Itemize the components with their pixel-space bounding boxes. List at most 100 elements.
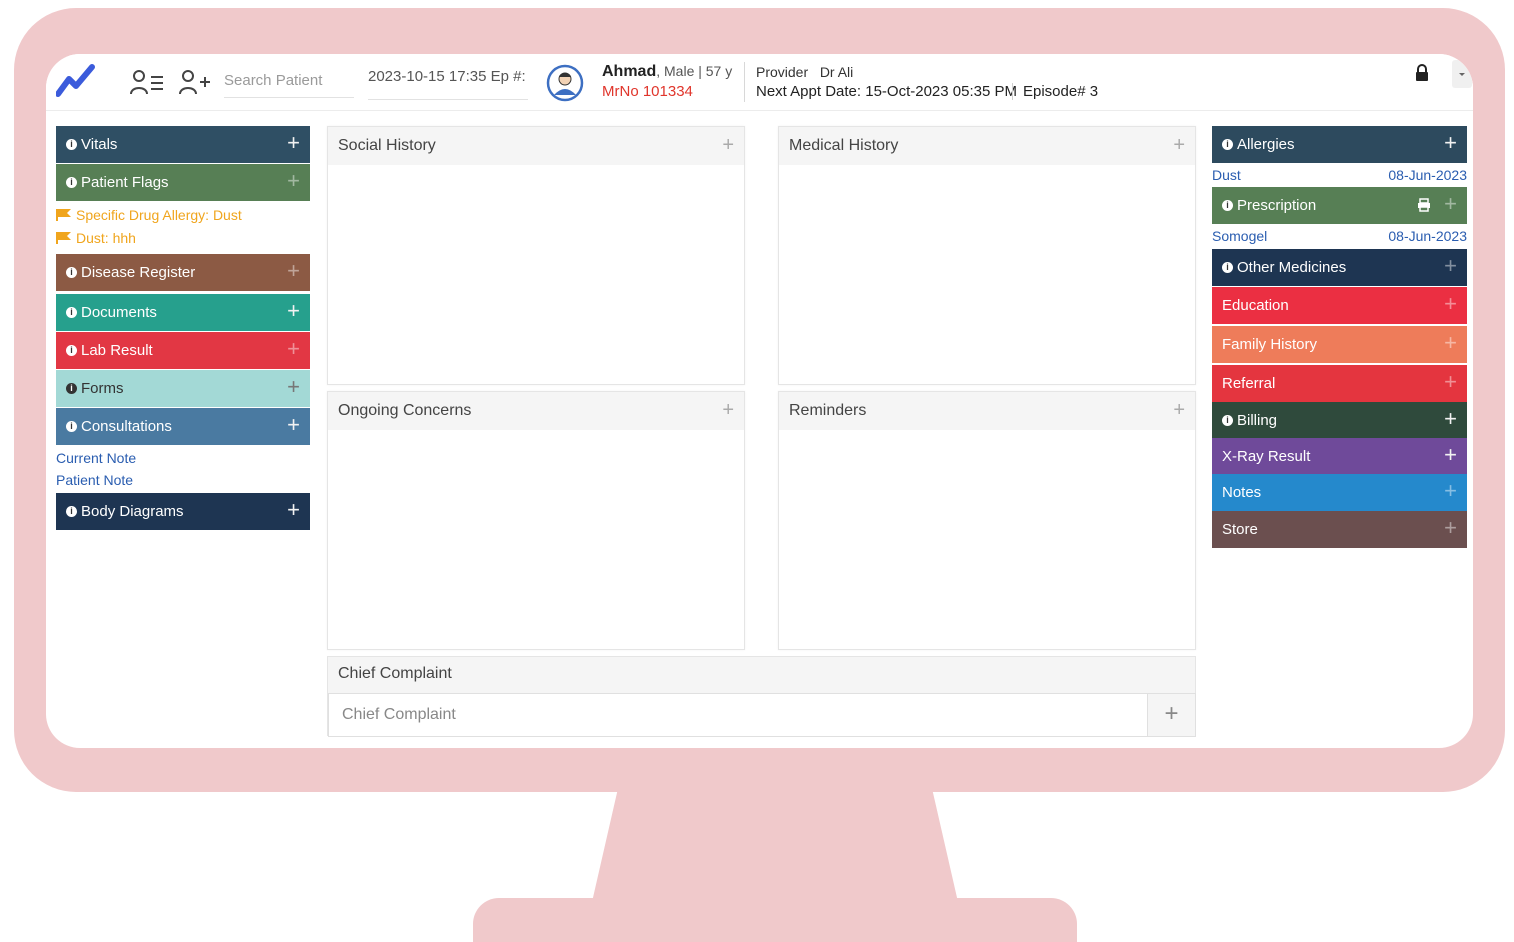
allergies-panel[interactable]: i Allergies +	[1212, 126, 1467, 163]
caret-down-button[interactable]	[1452, 60, 1472, 88]
patient-mrno: MrNo 101334	[602, 83, 693, 100]
caret-down-icon	[1459, 73, 1465, 76]
next-appt-value: 15-Oct-2023 05:35 PM	[865, 83, 1017, 100]
add-store-icon[interactable]: +	[1444, 517, 1457, 539]
add-lab-result-icon[interactable]: +	[287, 338, 300, 360]
info-icon: i	[66, 345, 77, 356]
add-disease-icon[interactable]: +	[287, 260, 300, 282]
family-history-panel[interactable]: Family History +	[1212, 326, 1467, 363]
flag-icon	[56, 232, 71, 244]
patient-flags-panel[interactable]: i Patient Flags +	[56, 164, 310, 201]
medical-history-card: Medical History +	[778, 126, 1196, 385]
chief-complaint-section: Chief Complaint +	[327, 656, 1196, 737]
add-allergy-icon[interactable]: +	[1444, 132, 1457, 154]
allergy-row[interactable]: Dust 08-Jun-2023	[1212, 163, 1467, 187]
forms-label: Forms	[81, 380, 124, 397]
provider-line: Provider Dr Ali	[756, 64, 853, 80]
flag-text: Dust: hhh	[76, 230, 136, 246]
divider	[744, 62, 745, 102]
add-social-history-icon[interactable]: +	[722, 134, 734, 157]
body-diagrams-panel[interactable]: i Body Diagrams +	[56, 493, 310, 530]
documents-panel[interactable]: i Documents +	[56, 294, 310, 331]
prescription-panel[interactable]: i Prescription +	[1212, 187, 1467, 224]
prescription-label: Prescription	[1237, 197, 1317, 214]
lock-icon[interactable]	[1414, 64, 1430, 82]
add-prescription-icon[interactable]: +	[1444, 193, 1457, 215]
add-body-diagram-icon[interactable]: +	[287, 499, 300, 521]
ongoing-concerns-card: Ongoing Concerns +	[327, 391, 745, 650]
info-icon: i	[66, 506, 77, 517]
add-note-icon[interactable]: +	[1444, 480, 1457, 502]
info-icon: i	[66, 139, 77, 150]
add-reminder-icon[interactable]: +	[1173, 399, 1185, 422]
forms-panel[interactable]: i Forms +	[56, 370, 310, 407]
add-other-medicine-icon[interactable]: +	[1444, 255, 1457, 277]
billing-panel[interactable]: i Billing +	[1212, 402, 1467, 439]
social-history-header: Social History +	[328, 127, 744, 165]
referral-panel[interactable]: Referral +	[1212, 365, 1467, 402]
body-diagrams-label: Body Diagrams	[81, 503, 184, 520]
patient-name[interactable]: Ahmad	[602, 63, 656, 80]
education-panel[interactable]: Education +	[1212, 287, 1467, 324]
patient-name-line: Ahmad, Male | 57 y	[602, 63, 732, 81]
info-icon: i	[1222, 262, 1233, 273]
allergy-name: Dust	[1212, 167, 1241, 183]
print-icon[interactable]	[1417, 198, 1431, 212]
referral-label: Referral	[1222, 375, 1276, 392]
info-icon: i	[1222, 139, 1233, 150]
consultations-label: Consultations	[81, 418, 172, 435]
add-billing-icon[interactable]: +	[1444, 408, 1457, 430]
allergy-date: 08-Jun-2023	[1388, 167, 1467, 183]
add-patient-flag-icon[interactable]: +	[287, 170, 300, 192]
add-family-history-icon[interactable]: +	[1444, 332, 1457, 354]
lab-result-panel[interactable]: i Lab Result +	[56, 332, 310, 369]
info-icon: i	[66, 177, 77, 188]
search-patient-input[interactable]	[224, 64, 354, 98]
episode-datetime: 2023-10-15 17:35 Ep #:	[368, 66, 528, 100]
patient-flags-label: Patient Flags	[81, 174, 169, 191]
flag-text: Specific Drug Allergy: Dust	[76, 207, 242, 223]
add-education-icon[interactable]: +	[1444, 293, 1457, 315]
flag-item[interactable]: Dust: hhh	[56, 230, 136, 246]
add-patient-icon[interactable]	[178, 68, 212, 96]
add-medical-history-icon[interactable]: +	[1173, 134, 1185, 157]
monitor-base	[473, 898, 1077, 942]
vitals-panel[interactable]: i Vitals +	[56, 126, 310, 163]
other-medicines-panel[interactable]: i Other Medicines +	[1212, 249, 1467, 286]
notes-panel[interactable]: Notes +	[1212, 474, 1467, 511]
flag-item[interactable]: Specific Drug Allergy: Dust	[56, 207, 242, 223]
medical-history-title: Medical History	[789, 137, 899, 154]
info-icon: i	[1222, 200, 1233, 211]
consultations-panel[interactable]: i Consultations +	[56, 408, 310, 445]
disease-register-panel[interactable]: i Disease Register +	[56, 254, 310, 291]
next-appt-label: Next Appt Date:	[756, 83, 862, 100]
store-label: Store	[1222, 521, 1258, 538]
prescription-name: Somogel	[1212, 228, 1268, 244]
add-document-icon[interactable]: +	[287, 300, 300, 322]
patient-note-link[interactable]: Patient Note	[56, 472, 133, 488]
lab-result-label: Lab Result	[81, 342, 153, 359]
avatar-icon[interactable]	[546, 64, 584, 102]
prescription-row[interactable]: Somogel 08-Jun-2023	[1212, 224, 1467, 248]
trend-logo-icon[interactable]	[56, 64, 96, 98]
info-icon: i	[66, 267, 77, 278]
store-panel[interactable]: Store +	[1212, 511, 1467, 548]
billing-label: Billing	[1237, 412, 1278, 429]
chief-complaint-input[interactable]	[328, 693, 1148, 737]
add-chief-complaint-button[interactable]: +	[1147, 693, 1196, 737]
info-icon: i	[66, 383, 77, 394]
add-ongoing-concern-icon[interactable]: +	[722, 399, 734, 422]
xray-result-panel[interactable]: X-Ray Result +	[1212, 438, 1467, 475]
add-consultation-icon[interactable]: +	[287, 414, 300, 436]
add-vitals-icon[interactable]: +	[287, 132, 300, 154]
patient-list-icon[interactable]	[130, 68, 164, 96]
add-referral-icon[interactable]: +	[1444, 371, 1457, 393]
info-icon: i	[66, 307, 77, 318]
add-xray-result-icon[interactable]: +	[1444, 444, 1457, 466]
add-form-icon[interactable]: +	[287, 376, 300, 398]
reminders-card: Reminders +	[778, 391, 1196, 650]
current-note-link[interactable]: Current Note	[56, 450, 136, 466]
provider-name: Dr Ali	[819, 64, 854, 80]
patient-details: , Male | 57 y	[656, 63, 733, 79]
family-history-label: Family History	[1222, 336, 1318, 353]
